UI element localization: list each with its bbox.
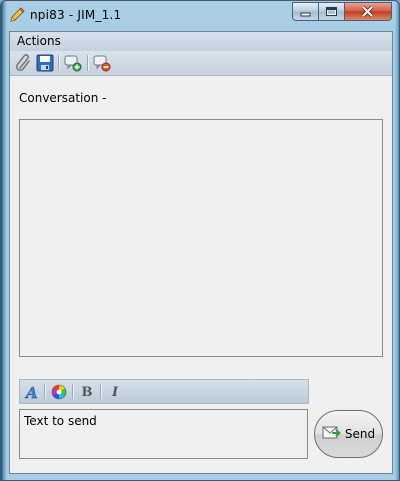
floppy-disk-icon[interactable]: [35, 53, 55, 73]
minimize-button[interactable]: [292, 2, 319, 21]
chat-add-icon[interactable]: [63, 53, 83, 73]
toolbar-separator: [87, 55, 89, 71]
send-label: Send: [344, 427, 376, 441]
menu-bar: Actions: [10, 32, 392, 51]
maximize-button[interactable]: [319, 2, 345, 21]
envelope-send-icon: [322, 424, 342, 445]
color-wheel-icon[interactable]: [49, 382, 69, 402]
toolbar: [10, 51, 392, 76]
format-separator: [100, 384, 102, 399]
close-button[interactable]: [345, 2, 392, 21]
toolbar-separator: [58, 55, 60, 71]
paperclip-icon[interactable]: [14, 53, 34, 73]
svg-text:A: A: [24, 384, 38, 401]
pencil-icon: [9, 7, 25, 23]
window-title: npi83 - JIM_1.1: [30, 8, 122, 22]
chat-remove-icon[interactable]: [92, 53, 112, 73]
italic-button[interactable]: I: [105, 382, 125, 402]
conversation-history[interactable]: [19, 119, 383, 357]
format-separator: [72, 384, 74, 399]
conversation-label: Conversation -: [19, 91, 107, 105]
send-button[interactable]: Send: [314, 410, 383, 458]
format-separator: [44, 384, 46, 399]
bold-button[interactable]: B: [77, 382, 97, 402]
client-area: Actions Conversation - A B I Text to sen…: [9, 31, 393, 474]
formatting-toolbar: A B I: [19, 379, 309, 404]
title-bar[interactable]: npi83 - JIM_1.1: [1, 1, 399, 31]
message-input[interactable]: Text to send: [19, 409, 308, 459]
font-icon[interactable]: A: [22, 382, 42, 402]
chat-window: npi83 - JIM_1.1 Actions Conversation - A…: [0, 0, 400, 481]
menu-actions[interactable]: Actions: [17, 34, 61, 48]
